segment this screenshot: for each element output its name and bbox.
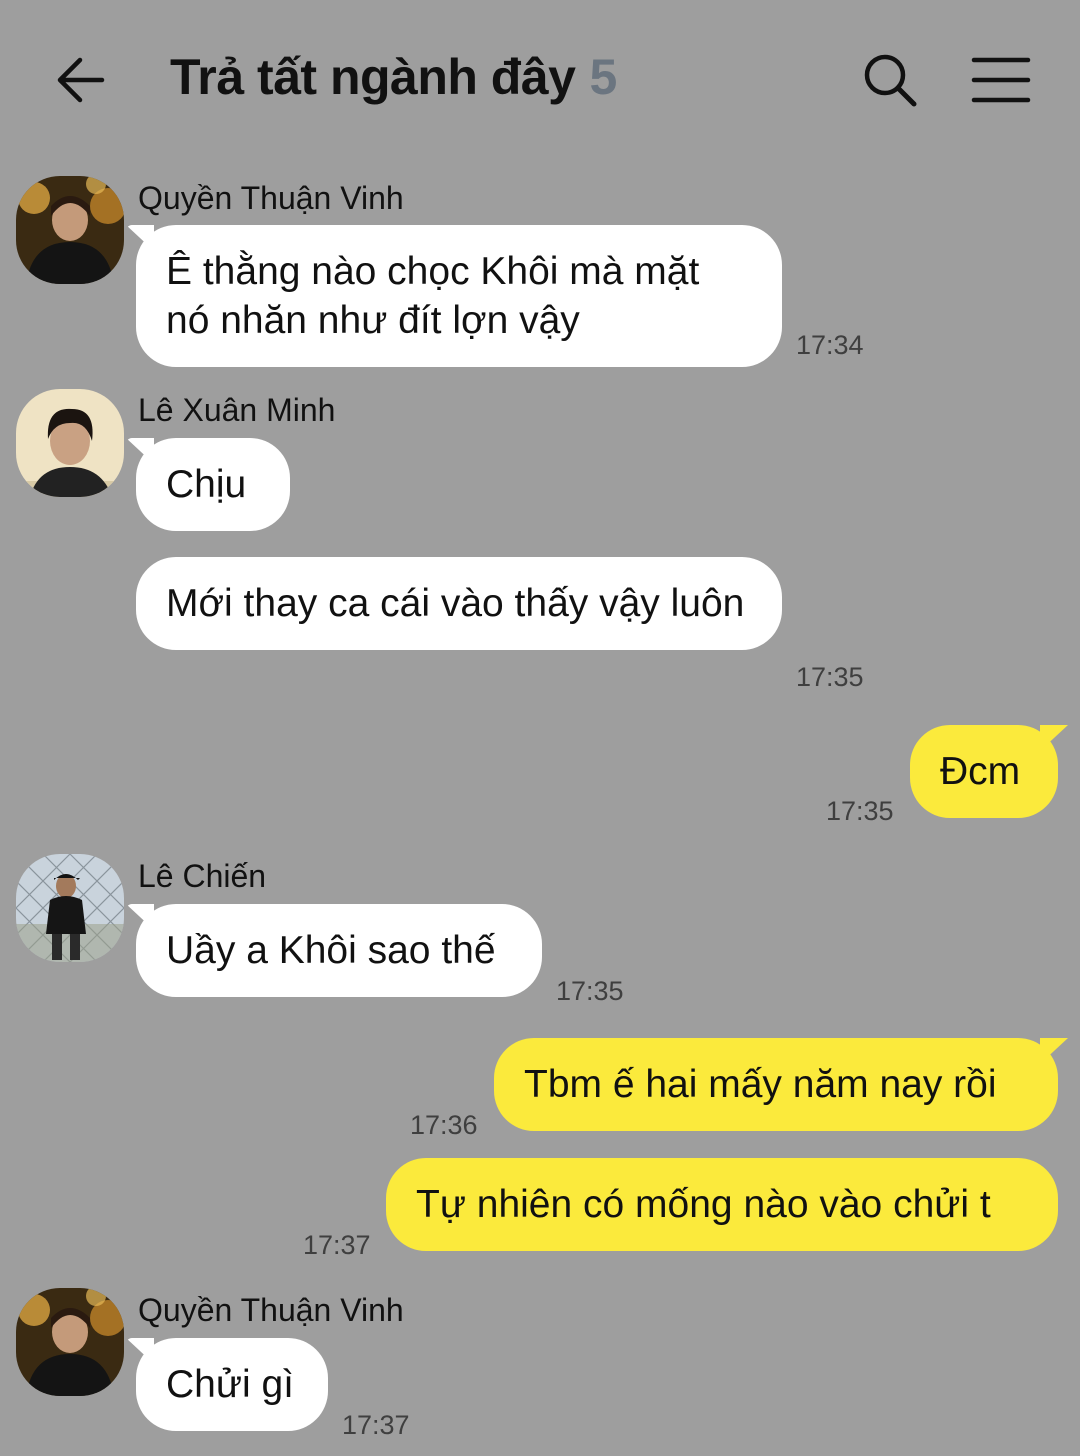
sender-name: Quyền Thuận Vinh: [138, 180, 404, 216]
message-text: Uầy a Khôi sao thế: [166, 929, 496, 972]
search-button[interactable]: [860, 50, 920, 110]
sender-name: Quyền Thuận Vinh: [138, 1292, 404, 1328]
message-bubble[interactable]: Đcm: [910, 725, 1058, 818]
avatar-quyen-thuan-vinh[interactable]: [16, 1288, 124, 1396]
message-text: Chịu: [166, 463, 247, 506]
sender-name: Lê Xuân Minh: [138, 392, 336, 428]
message-text: Ê thằng nào chọc Khôi mà mặt nó nhăn như…: [166, 250, 700, 342]
avatar-image: [16, 389, 124, 497]
member-count: 5: [589, 49, 617, 105]
message-bubble[interactable]: Ê thằng nào chọc Khôi mà mặt nó nhăn như…: [136, 225, 782, 367]
avatar-le-xuan-minh[interactable]: [16, 389, 124, 497]
menu-button[interactable]: [970, 54, 1034, 108]
avatar-image: [16, 176, 124, 284]
group-name: Trả tất ngành đây: [170, 49, 576, 105]
message-text: Tự nhiên có mống nào vào chửi t: [416, 1183, 991, 1226]
message-text: Tbm ế hai mấy năm nay rồi: [524, 1063, 997, 1106]
hamburger-menu-icon: [971, 57, 1031, 103]
message-text: Đcm: [940, 750, 1021, 793]
message-bubble[interactable]: Uầy a Khôi sao thế: [136, 904, 542, 997]
avatar-quyen-thuan-vinh[interactable]: [16, 176, 124, 284]
avatar-image: [16, 1288, 124, 1396]
message-time: 17:35: [796, 662, 864, 692]
avatar-le-chien[interactable]: [16, 854, 124, 962]
sender-name: Lê Chiến: [138, 858, 267, 894]
avatar-image: [16, 854, 124, 962]
message-time: 17:35: [556, 976, 624, 1006]
chat-header: Trả tất ngành đây 5: [0, 0, 1080, 160]
message-bubble[interactable]: Tự nhiên có mống nào vào chửi t: [386, 1158, 1058, 1251]
message-time: 17:37: [303, 1230, 371, 1260]
arrow-left-icon: [57, 57, 105, 103]
message-bubble[interactable]: Mới thay ca cái vào thấy vậy luôn: [136, 557, 782, 650]
message-text: Mới thay ca cái vào thấy vậy luôn: [166, 582, 745, 625]
message-text: Chửi gì: [166, 1363, 294, 1406]
message-bubble[interactable]: Chửi gì: [136, 1338, 328, 1431]
search-icon: [864, 54, 917, 107]
message-bubble[interactable]: Chịu: [136, 438, 290, 531]
message-time: 17:35: [826, 796, 894, 826]
back-button[interactable]: [52, 52, 112, 108]
message-time: 17:37: [342, 1410, 410, 1440]
chat-title: Trả tất ngành đây 5: [170, 48, 617, 106]
message-bubble[interactable]: Tbm ế hai mấy năm nay rồi: [494, 1038, 1058, 1131]
message-time: 17:36: [410, 1110, 478, 1140]
message-time: 17:34: [796, 330, 864, 360]
